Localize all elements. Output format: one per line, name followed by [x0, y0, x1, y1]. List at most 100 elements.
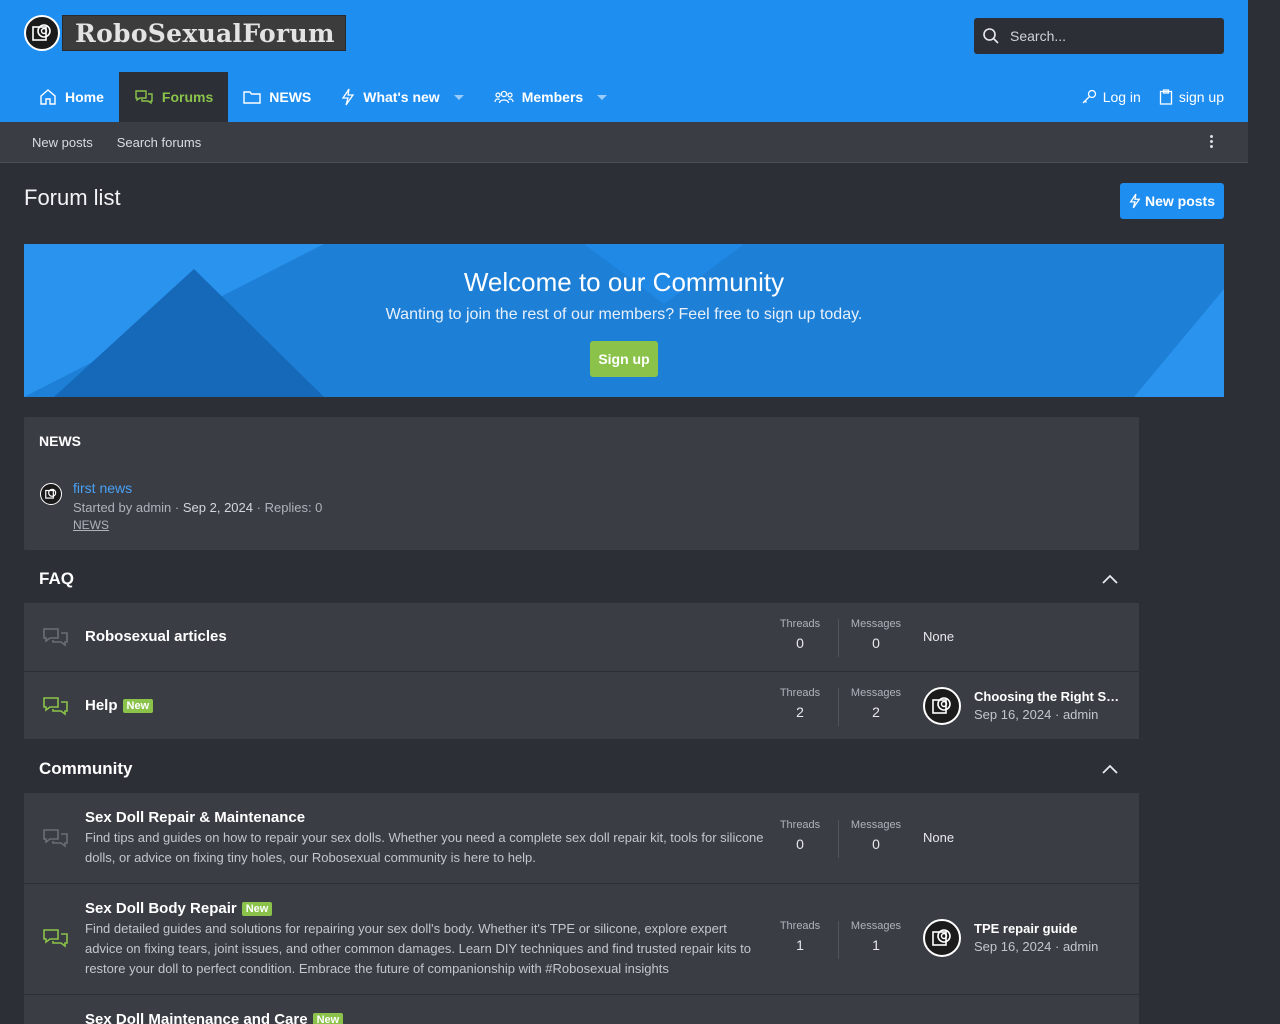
tab-news-label: NEWS: [269, 89, 312, 105]
messages-count: 0: [872, 836, 880, 852]
tab-members[interactable]: Members: [479, 72, 622, 122]
forum-node-title[interactable]: Sex Doll Repair & Maintenance: [85, 809, 305, 826]
divider: [838, 820, 839, 858]
last-post-user[interactable]: admin: [1063, 707, 1098, 722]
forum-node-description: Find detailed guides and solutions for r…: [85, 921, 752, 976]
category-header-faq[interactable]: FAQ: [24, 553, 1139, 605]
chevron-up-icon[interactable]: [1101, 573, 1119, 585]
threads-label: Threads: [779, 819, 821, 831]
page: RoboSexualForum Home Forums NEWS What's …: [0, 0, 1248, 1024]
folder-icon: [243, 91, 261, 104]
signup-label: sign up: [1178, 89, 1224, 105]
forum-node-description: Find tips and guides on how to repair yo…: [85, 830, 764, 865]
messages-stat: Messages 1: [846, 920, 906, 953]
tab-whats-new-label: What's new: [363, 89, 440, 105]
avatar[interactable]: [40, 483, 62, 505]
logo-mark-icon: [24, 15, 60, 51]
forum-node-title-text[interactable]: Sex Doll Maintenance and Care: [85, 1011, 308, 1024]
threads-label: Threads: [779, 920, 821, 932]
last-post-title[interactable]: TPE repair guide: [974, 921, 1124, 936]
site-header: RoboSexualForum Home Forums NEWS What's …: [0, 0, 1248, 122]
forum-read-icon: [43, 628, 68, 647]
logo-text: RoboSexualForum: [62, 15, 346, 51]
subnav-search-forums[interactable]: Search forums: [117, 135, 202, 150]
last-post-user[interactable]: admin: [1063, 939, 1098, 954]
news-item-forum-link[interactable]: NEWS: [73, 518, 109, 532]
last-post-date[interactable]: Sep 16, 2024: [974, 939, 1051, 954]
last-post-none: None: [923, 830, 955, 845]
messages-label: Messages: [850, 687, 902, 699]
chevron-down-icon[interactable]: [453, 94, 464, 100]
signup-link[interactable]: sign up: [1159, 89, 1224, 105]
separator: ·: [1054, 707, 1060, 722]
forum-node-title[interactable]: Help New: [85, 697, 154, 714]
avatar[interactable]: [923, 919, 961, 957]
threads-count: 1: [796, 937, 804, 953]
chevron-up-icon[interactable]: [1101, 763, 1119, 775]
banner-subtitle: Wanting to join the rest of our members?…: [385, 306, 863, 323]
separator: ·: [174, 500, 180, 515]
bolt-icon: [342, 88, 355, 106]
forum-node-title-text[interactable]: Sex Doll Body Repair: [85, 900, 237, 917]
banner-signup-button[interactable]: Sign up: [590, 341, 658, 377]
news-heading[interactable]: NEWS: [39, 433, 81, 449]
last-post-meta: Sep 16, 2024 · admin: [974, 707, 1098, 722]
threads-count: 0: [796, 635, 804, 651]
messages-stat: Messages 2: [846, 687, 906, 720]
more-options-icon[interactable]: [1210, 135, 1214, 150]
last-post-meta: Sep 16, 2024 · admin: [974, 939, 1098, 954]
site-logo[interactable]: RoboSexualForum: [24, 15, 346, 51]
forum-node-title[interactable]: Robosexual articles: [85, 628, 227, 645]
search-box[interactable]: [974, 18, 1224, 54]
new-posts-button[interactable]: New posts: [1120, 183, 1224, 219]
account-links: Log in sign up: [1081, 72, 1224, 122]
subnav-new-posts[interactable]: New posts: [32, 135, 93, 150]
divider: [838, 921, 839, 959]
tab-forums[interactable]: Forums: [118, 72, 229, 122]
banner-title: Welcome to our Community: [463, 267, 785, 297]
threads-stat: Threads 0: [770, 819, 830, 852]
welcome-banner: Welcome to our Community Wanting to join…: [24, 244, 1224, 397]
login-label: Log in: [1102, 89, 1141, 105]
news-item-date[interactable]: Sep 2, 2024: [183, 500, 253, 515]
tab-home[interactable]: Home: [24, 72, 119, 122]
threads-label: Threads: [779, 687, 821, 699]
users-icon: [494, 90, 514, 104]
search-input[interactable]: [1010, 28, 1210, 44]
avatar[interactable]: [923, 687, 961, 725]
news-item-author[interactable]: Started by admin: [73, 500, 171, 515]
clipboard-icon: [1159, 89, 1172, 105]
forum-node-title[interactable]: Sex Doll Maintenance and Care New: [85, 1011, 344, 1024]
last-post-none: None: [923, 629, 955, 644]
home-icon: [40, 89, 56, 105]
tab-news[interactable]: NEWS: [228, 72, 326, 122]
category-title[interactable]: Community: [39, 759, 133, 779]
messages-label: Messages: [850, 920, 902, 932]
last-post-title[interactable]: Choosing the Right Sex Doll: [974, 689, 1124, 704]
key-icon: [1082, 89, 1096, 104]
threads-count: 0: [796, 836, 804, 852]
forum-unread-icon: [43, 929, 68, 948]
login-link[interactable]: Log in: [1081, 89, 1141, 105]
tab-whats-new[interactable]: What's new: [326, 72, 478, 122]
news-item-title[interactable]: first news: [73, 480, 132, 496]
forum-node-body-repair: Sex Doll Body Repair New Find detailed g…: [24, 884, 1139, 995]
category-title[interactable]: FAQ: [39, 569, 74, 589]
threads-stat: Threads 2: [770, 687, 830, 720]
tab-home-label: Home: [65, 89, 104, 105]
forum-node-title-text[interactable]: Help: [85, 697, 118, 714]
tab-members-label: Members: [521, 89, 584, 105]
forum-node-title-text[interactable]: Sex Doll Repair & Maintenance: [85, 809, 305, 826]
sub-nav: New posts Search forums: [0, 122, 1248, 163]
forum-node-title[interactable]: Sex Doll Body Repair New: [85, 900, 273, 917]
last-post-date[interactable]: Sep 16, 2024: [974, 707, 1051, 722]
category-header-community[interactable]: Community: [24, 743, 1139, 795]
divider: [838, 619, 839, 657]
chevron-down-icon[interactable]: [597, 94, 608, 100]
threads-count: 2: [796, 704, 804, 720]
main-nav: Home Forums NEWS What's new Members: [24, 72, 622, 122]
news-block: NEWS first news Started by admin · Sep 2…: [24, 417, 1139, 550]
messages-count: 0: [872, 635, 880, 651]
new-badge: New: [122, 698, 154, 713]
forum-node-title-text[interactable]: Robosexual articles: [85, 628, 227, 645]
